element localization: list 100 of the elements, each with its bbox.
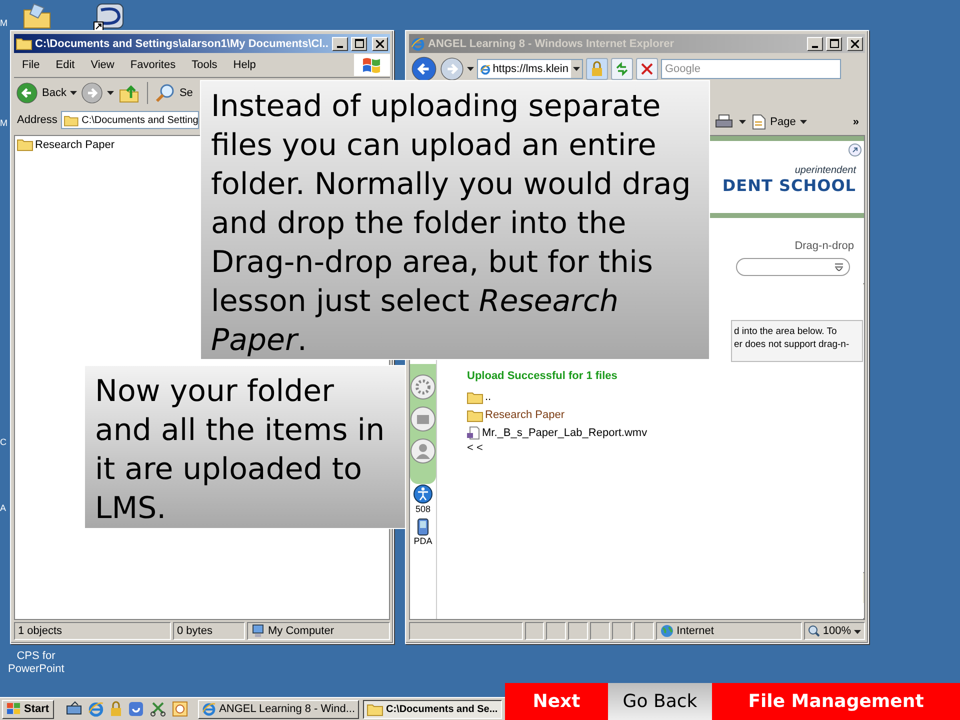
printer-icon (715, 114, 734, 130)
upload-entry[interactable]: Mr._B_s_Paper_Lab_Report.wmv (467, 424, 648, 442)
caret-icon (572, 67, 580, 71)
minimize-icon (812, 46, 818, 48)
folder-item[interactable]: Research Paper (17, 138, 114, 151)
shortcut-icon[interactable] (93, 2, 125, 32)
nav-button[interactable]: Go Back (608, 683, 712, 720)
status-cell (612, 622, 632, 640)
banner-subtitle: uperintendent (794, 165, 856, 176)
back-button[interactable]: Back (16, 82, 78, 104)
search-button[interactable]: Se (155, 83, 193, 103)
folder-icon (16, 37, 32, 50)
padlock-icon[interactable] (110, 701, 122, 717)
browser-logo-icon (480, 62, 491, 76)
back-button[interactable] (411, 56, 437, 82)
status-text: My Computer (268, 625, 334, 637)
status-cell (524, 622, 544, 640)
menu-item[interactable]: Tools (184, 59, 226, 71)
desktop-icon-label[interactable]: CPS for PowerPoint (8, 650, 64, 676)
minimize-button[interactable] (332, 36, 348, 50)
minimize-button[interactable] (807, 36, 823, 50)
status-cell (634, 622, 654, 640)
expand-icon[interactable] (848, 143, 862, 157)
back-link[interactable]: < < (467, 442, 483, 454)
clock-icon[interactable] (172, 701, 188, 717)
banner-title: DENT SCHOOL (722, 176, 856, 195)
page-icon (752, 114, 766, 130)
caret-icon (739, 120, 746, 124)
folder-icon[interactable] (410, 406, 436, 432)
desktop-icon-label: M (0, 118, 8, 128)
maximize-icon (830, 39, 838, 48)
page-menu-button[interactable]: Page (752, 114, 807, 130)
menu-item[interactable]: Favorites (122, 59, 184, 71)
callout-text: Now your folder and all the items in it are uploaded to LMS. (84, 365, 406, 529)
desktop-icon[interactable] (66, 701, 82, 715)
tool-label: PDA (414, 536, 432, 546)
caret-icon (800, 120, 807, 124)
folder-icon (467, 390, 483, 404)
stop-icon (641, 63, 653, 75)
scissors-icon[interactable] (150, 701, 166, 717)
maximize-button[interactable] (826, 36, 842, 50)
status-cell: 0 bytes (173, 622, 245, 640)
handheld-device-icon[interactable] (416, 518, 429, 536)
upload-entry[interactable]: Research Paper (467, 406, 564, 424)
more-tools-button[interactable]: » (852, 116, 859, 128)
tool-label: 508 (415, 504, 431, 514)
close-button[interactable] (372, 36, 388, 50)
address-field[interactable]: C:\Documents and Setting (61, 111, 200, 129)
globe-icon (660, 624, 674, 638)
computer-icon (251, 624, 265, 638)
browser-logo-icon (202, 702, 216, 716)
maximize-icon (354, 39, 364, 48)
directions-text: er does not support drag-n- (734, 338, 850, 351)
address-field[interactable]: https://lms.klein (477, 59, 583, 79)
taskbar-button[interactable]: C:\Documents and Se... (363, 700, 502, 718)
menu-item[interactable]: Edit (48, 59, 83, 71)
browser-logo-icon (411, 36, 425, 50)
close-icon (851, 40, 859, 48)
padlock-icon (590, 61, 604, 77)
nav-button[interactable]: File Management (712, 683, 960, 720)
desktop-icon-label: C (0, 437, 6, 447)
breadcrumb-item[interactable]: Drag-n-drop (794, 240, 854, 252)
forward-button[interactable] (81, 82, 114, 104)
gear-icon[interactable] (410, 374, 436, 400)
status-cell (546, 622, 566, 640)
window-title: C:\Documents and Settings\alarson1\My Documents\Cl... (35, 38, 329, 50)
upload-entry[interactable]: .. (467, 388, 492, 406)
nav-button[interactable]: Next (505, 683, 608, 720)
security-zone: Internet (676, 625, 714, 637)
taskbar-button[interactable]: ANGEL Learning 8 - Wind... (198, 700, 359, 718)
zoom-button[interactable]: 100% (804, 622, 865, 640)
desktop-icon-label: M (0, 18, 8, 28)
caret-icon (854, 630, 861, 634)
caret-icon (107, 91, 114, 95)
accessibility-icon[interactable] (413, 484, 433, 504)
dropdown-button[interactable] (570, 60, 582, 78)
maximize-button[interactable] (351, 36, 367, 50)
folder-icon[interactable] (22, 2, 52, 30)
close-button[interactable] (847, 36, 863, 50)
search-icon (155, 83, 176, 103)
folder-icon (17, 138, 33, 151)
close-icon (376, 40, 384, 48)
menu-item[interactable]: File (14, 59, 48, 71)
refresh-button[interactable] (611, 58, 633, 80)
status-cell (590, 622, 610, 640)
menu-item[interactable]: View (82, 59, 122, 71)
forward-button[interactable] (440, 57, 464, 81)
zoom-icon (808, 625, 820, 637)
status-cell (568, 622, 588, 640)
search-field[interactable]: Google (661, 59, 841, 79)
callout-text: Instead of uploading separate files you can upload an entire folder. Normally you would drag and drop the folder into the Drag-n-drop area, but for this lesson just select Research Paper. (200, 80, 710, 360)
menu-item[interactable]: Help (225, 59, 264, 71)
status-cell: 1 objects (14, 622, 171, 640)
start-button[interactable]: Start (2, 700, 54, 718)
upload-message: Upload Successful for 1 files (467, 370, 618, 382)
filter-icon (835, 263, 843, 271)
stop-button[interactable] (636, 58, 658, 80)
windows-logo-icon (7, 703, 21, 715)
filter-field[interactable] (736, 258, 850, 276)
person-icon[interactable] (410, 438, 436, 464)
